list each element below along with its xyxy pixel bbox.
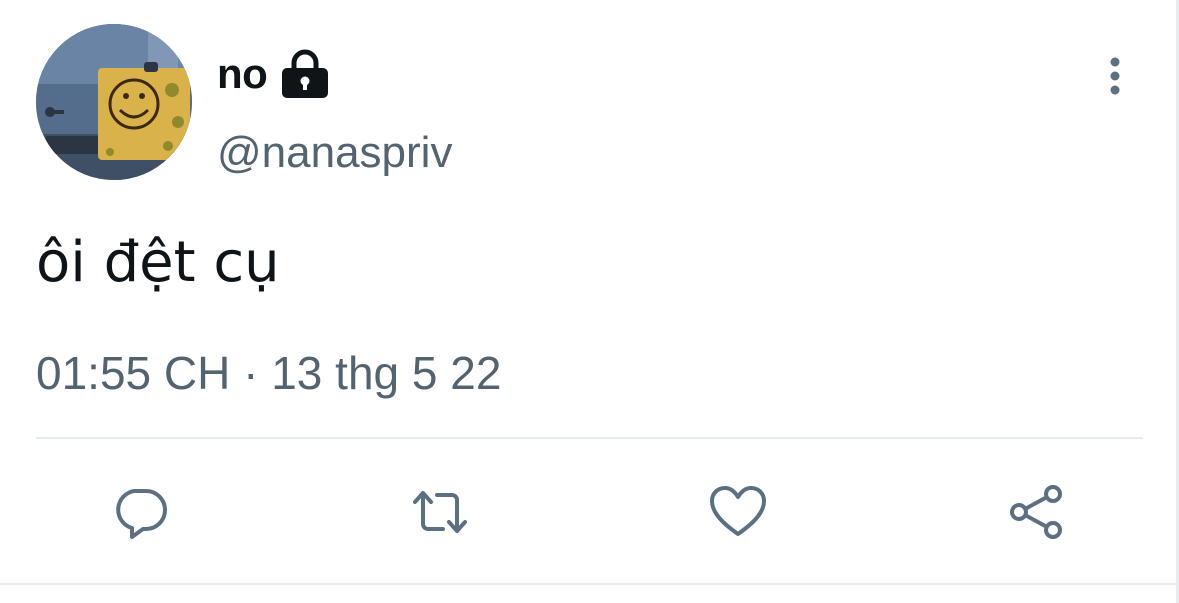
spongebob-avatar-image <box>36 24 192 180</box>
like-icon <box>710 486 766 536</box>
reply-icon <box>116 489 167 539</box>
retweet-button[interactable] <box>408 480 472 544</box>
more-options-button[interactable] <box>1094 52 1136 100</box>
display-name-row: no <box>217 46 331 102</box>
tweet-card: no @nanaspriv ôi đệt cụ 01:55 CH · 13 th… <box>0 0 1179 603</box>
avatar[interactable] <box>36 24 192 180</box>
retweet-icon <box>413 491 467 533</box>
share-icon <box>1010 485 1062 539</box>
lock-icon <box>279 48 331 100</box>
more-vertical-icon <box>1110 57 1120 95</box>
bottom-divider <box>0 583 1179 585</box>
like-button[interactable] <box>706 480 770 544</box>
divider <box>36 437 1143 439</box>
reply-button[interactable] <box>108 480 172 544</box>
tweet-text: ôi đệt cụ <box>36 230 280 295</box>
user-handle[interactable]: @nanaspriv <box>217 128 452 178</box>
tweet-timestamp[interactable]: 01:55 CH · 13 thg 5 22 <box>36 346 501 400</box>
share-button[interactable] <box>1004 480 1068 544</box>
display-name[interactable]: no <box>217 50 268 98</box>
